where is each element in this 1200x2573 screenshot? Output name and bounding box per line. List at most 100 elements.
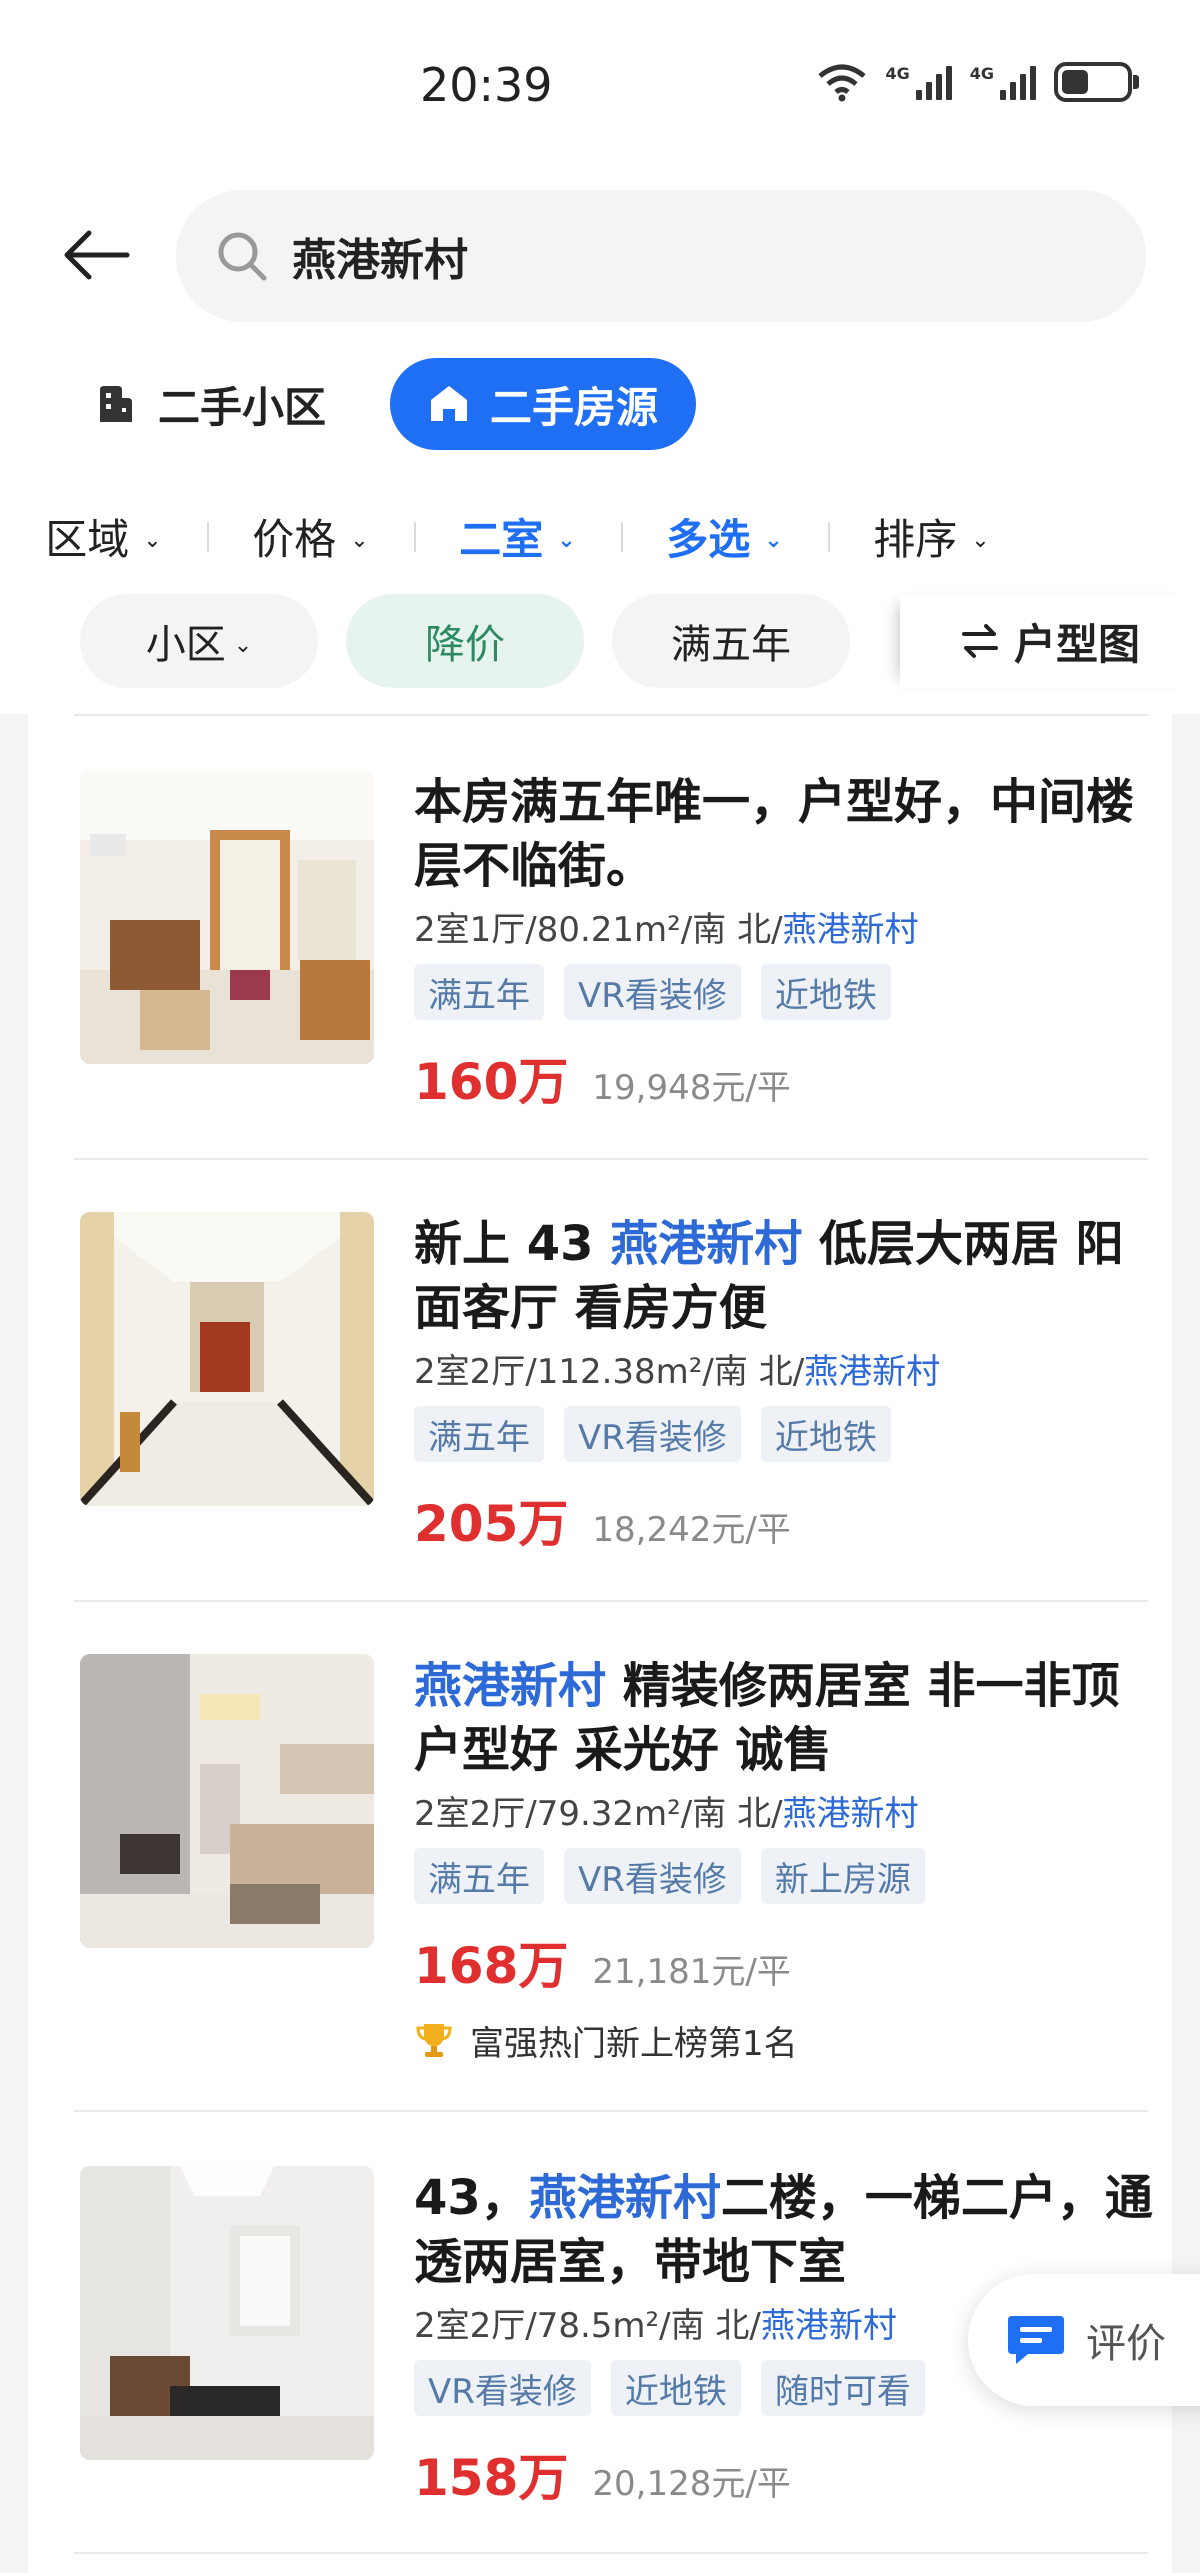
search-input[interactable]: 燕港新村 [176, 190, 1146, 322]
community-link[interactable]: 燕港新村 [804, 1352, 940, 1392]
unit-price: 20,128元/平 [592, 2464, 791, 2504]
listing-title: 燕港新村 精装修两居室 非一非顶 户型好 采光好 诚售 [414, 1654, 1164, 1782]
cellular-signal-2-icon: 4G [970, 64, 1036, 100]
search-query: 燕港新村 [292, 235, 468, 286]
community-link[interactable]: 燕港新村 [783, 1794, 919, 1834]
title-text: 新上 43 [414, 1216, 611, 1272]
category-tabs: 二手小区 二手房源 [0, 358, 1200, 450]
community-link[interactable]: 燕港新村 [761, 2306, 897, 2346]
listing-tags: 满五年 VR看装修 近地铁 [414, 1406, 1164, 1462]
status-time: 20:39 [420, 58, 553, 112]
building-icon [100, 386, 132, 422]
filter-region[interactable]: 区域 ⌄ [0, 500, 207, 572]
tag: 新上房源 [760, 1848, 925, 1904]
listing-photo [80, 2166, 374, 2460]
chevron-down-icon: ⌄ [971, 527, 990, 553]
specs-text: 2室2厅/112.38m²/南 北/ [414, 1352, 805, 1392]
price-row: 168万 21,181元/平 [414, 1926, 1164, 1996]
ranking-text: 富强热门新上榜第1名 [470, 2023, 798, 2064]
tag: VR看装修 [564, 1406, 741, 1462]
status-icons: 4G 4G [817, 62, 1139, 102]
listing-tags: 满五年 VR看装修 新上房源 [414, 1848, 1164, 1904]
specs-text: 2室2厅/79.32m²/南 北/ [414, 1794, 783, 1834]
tab-listings-label: 二手房源 [489, 382, 658, 432]
divider [74, 2552, 1148, 2554]
ranking-badge[interactable]: 富强热门新上榜第1名 [414, 2016, 1164, 2064]
tab-listings[interactable]: 二手房源 [390, 358, 696, 450]
filter-price[interactable]: 价格 ⌄ [207, 500, 414, 572]
chip-five-years-label: 满五年 [671, 622, 791, 668]
status-bar: 20:39 4G 4G [0, 0, 1200, 170]
filter-label: 二室 [459, 514, 544, 564]
tag: VR看装修 [564, 964, 741, 1020]
listing-info: 本房满五年唯一，户型好，中间楼层不临街。 2室1厅/80.21m²/南 北/燕港… [414, 770, 1164, 1112]
chip-discount-label: 降价 [425, 622, 505, 668]
title-highlight: 燕港新村 [414, 1658, 607, 1714]
chat-bubble-icon [1008, 2316, 1064, 2364]
floor-plan-label: 户型图 [1013, 619, 1140, 669]
swap-icon [961, 624, 998, 658]
back-button[interactable] [50, 220, 140, 290]
title-text: 43， [414, 2170, 529, 2226]
home-icon [430, 386, 467, 421]
filter-bar: 区域 ⌄ 价格 ⌄ 二室 ⌄ 多选 ⌄ 排序 ⌄ [0, 500, 1200, 572]
chip-community-label: 小区 [145, 622, 226, 668]
tag: 满五年 [414, 964, 544, 1020]
tag: 近地铁 [760, 964, 891, 1020]
filter-label: 区域 [45, 514, 130, 564]
community-link[interactable]: 燕港新村 [783, 910, 919, 950]
search-icon [218, 232, 267, 281]
arrow-left-icon [64, 230, 130, 280]
listing-info: 新上 43 燕港新村 低层大两居 阳面客厅 看房方便 2室2厅/112.38m²… [414, 1212, 1164, 1554]
floor-plan-button[interactable]: 户型图 [900, 594, 1200, 688]
filter-rooms[interactable]: 二室 ⌄ [414, 500, 621, 572]
filter-sort[interactable]: 排序 ⌄ [828, 500, 1035, 572]
trophy-icon [416, 2024, 452, 2057]
tag: 满五年 [414, 1406, 544, 1462]
total-price: 168万 [414, 1937, 569, 1995]
price-row: 205万 18,242元/平 [414, 1484, 1164, 1554]
cellular-signal-1-icon: 4G [885, 64, 952, 100]
signal-1-label: 4G [885, 64, 910, 83]
listing-title: 本房满五年唯一，户型好，中间楼层不临街。 [414, 770, 1164, 898]
review-label: 评价 [1086, 2321, 1166, 2367]
filter-label: 排序 [873, 514, 958, 564]
tab-community[interactable]: 二手小区 [96, 368, 326, 440]
chip-discount[interactable]: 降价 [346, 594, 584, 688]
tag: VR看装修 [414, 2360, 591, 2416]
listing-specs: 2室2厅/79.32m²/南 北/燕港新村 [414, 1790, 1164, 1838]
specs-text: 2室2厅/78.5m²/南 北/ [414, 2306, 761, 2346]
listing-item[interactable]: 新上 43 燕港新村 低层大两居 阳面客厅 看房方便 2室2厅/112.38m²… [80, 1212, 1140, 1612]
chevron-down-icon: ⌄ [350, 527, 369, 553]
tag: 随时可看 [760, 2360, 925, 2416]
divider [74, 714, 1148, 716]
price-row: 158万 20,128元/平 [414, 2438, 1164, 2508]
listing-photo [80, 770, 374, 1064]
listing-specs: 2室1厅/80.21m²/南 北/燕港新村 [414, 906, 1164, 954]
price-row: 160万 19,948元/平 [414, 1042, 1164, 1112]
tag: VR看装修 [564, 1848, 741, 1904]
battery-icon [1054, 62, 1139, 102]
listing-info: 燕港新村 精装修两居室 非一非顶 户型好 采光好 诚售 2室2厅/79.32m²… [414, 1654, 1164, 2064]
filter-label: 价格 [252, 514, 337, 564]
title-highlight: 燕港新村 [610, 1216, 803, 1272]
total-price: 158万 [414, 2449, 569, 2507]
listing-item[interactable]: 本房满五年唯一，户型好，中间楼层不临街。 2室1厅/80.21m²/南 北/燕港… [80, 770, 1140, 1170]
filter-label: 多选 [666, 514, 751, 564]
chip-community[interactable]: 小区 ⌄ [80, 594, 318, 688]
unit-price: 21,181元/平 [592, 1952, 791, 1992]
listing-photo [80, 1654, 374, 1948]
chip-five-years[interactable]: 满五年 [612, 594, 850, 688]
tab-community-label: 二手小区 [158, 382, 327, 432]
unit-price: 18,242元/平 [592, 1510, 791, 1550]
filter-multi[interactable]: 多选 ⌄ [621, 500, 828, 572]
total-price: 160万 [414, 1053, 569, 1111]
divider [74, 1158, 1148, 1160]
title-text: 本房满五年唯一，户型好，中间楼层不临街。 [414, 774, 1135, 894]
tag: 近地铁 [610, 2360, 741, 2416]
listing-item[interactable]: 燕港新村 精装修两居室 非一非顶 户型好 采光好 诚售 2室2厅/79.32m²… [80, 1654, 1140, 2064]
review-button[interactable]: 评价 [968, 2274, 1200, 2406]
listing-tags: 满五年 VR看装修 近地铁 [414, 964, 1164, 1020]
signal-2-label: 4G [969, 64, 994, 83]
divider [74, 2110, 1148, 2112]
